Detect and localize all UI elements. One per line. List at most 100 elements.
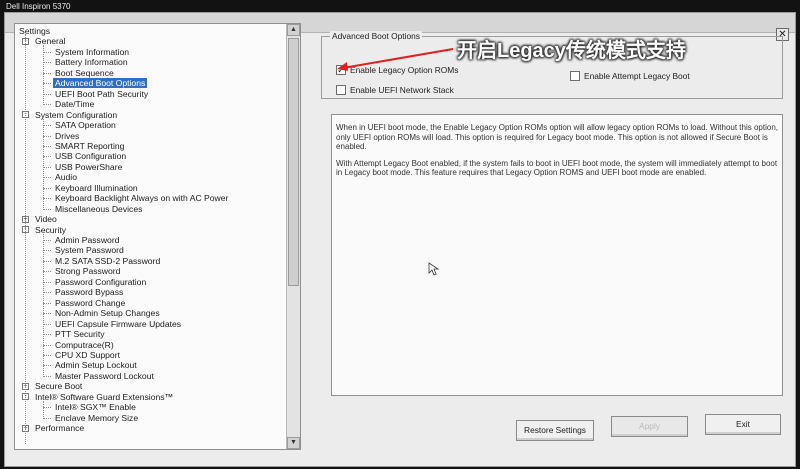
tree-item[interactable]: Password Change xyxy=(53,298,127,308)
tree-item-label: Settings xyxy=(19,26,51,36)
tree-item-label: Admin Setup Lockout xyxy=(55,360,137,371)
tree-item[interactable]: General xyxy=(33,36,68,46)
tree-connector xyxy=(43,344,51,346)
tree-item[interactable]: Drives xyxy=(53,131,81,141)
tree-scrollbar[interactable]: ▲ ▼ xyxy=(286,24,300,449)
tree-item-label: Keyboard Illumination xyxy=(55,182,138,193)
tree-item-label: Admin Password xyxy=(55,235,120,245)
tree-connector xyxy=(43,250,51,252)
attempt-legacy-checkbox[interactable] xyxy=(570,71,580,81)
tree-item[interactable]: Master Password Lockout xyxy=(53,371,156,381)
apply-button[interactable]: Apply xyxy=(611,416,688,437)
tree-item-label: Video xyxy=(35,214,57,225)
window-title: Dell Inspiron 5370 xyxy=(6,2,71,11)
tree-item[interactable]: Performance xyxy=(33,423,86,433)
tree-item[interactable]: Computrace(R) xyxy=(53,340,116,350)
tree-item[interactable]: SATA Operation xyxy=(53,120,118,130)
tree-connector xyxy=(43,292,51,294)
tree-item[interactable]: Secure Boot xyxy=(33,381,84,391)
tree-item[interactable]: System Password xyxy=(53,245,126,255)
tree-connector xyxy=(43,323,51,325)
tree-item[interactable]: Enclave Memory Size xyxy=(53,413,140,423)
tree-item-label: Performance xyxy=(35,423,85,434)
tree-connector xyxy=(43,417,51,419)
tree-item-label: Password Bypass xyxy=(55,287,124,298)
tree-item[interactable]: Settings xyxy=(17,26,52,36)
tree-item-label: CPU XD Support xyxy=(55,349,120,360)
tree-item[interactable]: USB PowerShare xyxy=(53,162,124,172)
tree-item[interactable]: CPU XD Support xyxy=(53,350,122,360)
tree-item[interactable]: PTT Security xyxy=(53,329,107,339)
tree-item-label: Strong Password xyxy=(55,266,121,277)
exit-button[interactable]: Exit xyxy=(705,414,781,435)
tree-item-label: SMART Reporting xyxy=(55,140,125,151)
tree-item-label: USB Configuration xyxy=(55,151,127,162)
attempt-legacy-option[interactable]: Enable Attempt Legacy Boot xyxy=(570,71,690,81)
tree-item[interactable]: Date/Time xyxy=(53,99,96,109)
tree-item-label: Master Password Lockout xyxy=(55,370,154,381)
tree-item[interactable]: Intel® SGX™ Enable xyxy=(53,402,138,412)
tree-item[interactable]: Password Bypass xyxy=(53,287,125,297)
tree-item[interactable]: Advanced Boot Options xyxy=(53,78,148,89)
tree-connector xyxy=(43,156,51,158)
tree-connector xyxy=(43,72,51,74)
tree-item-label: Intel® Software Guard Extensions™ xyxy=(35,391,174,402)
tree-connector xyxy=(43,302,51,304)
tree-item[interactable]: Miscellaneous Devices xyxy=(53,204,144,214)
tree-item[interactable]: Battery Information xyxy=(53,57,130,67)
tree-item[interactable]: USB Configuration xyxy=(53,151,128,161)
tree-item[interactable]: Intel® Software Guard Extensions™ xyxy=(33,392,175,402)
description-para-2: With Attempt Legacy Boot enabled, if the… xyxy=(336,158,778,178)
tree-item-label: PTT Security xyxy=(55,329,105,340)
scroll-up-icon[interactable]: ▲ xyxy=(287,24,300,36)
tree-item[interactable]: Boot Sequence xyxy=(53,68,116,78)
tree-item[interactable]: UEFI Boot Path Security xyxy=(53,89,150,99)
tree-connector xyxy=(43,233,44,377)
annotation-arrow-icon xyxy=(337,48,454,71)
tree-connector xyxy=(43,118,44,210)
tree-item-label: Advanced Boot Options xyxy=(53,78,148,89)
tree-item-label: General xyxy=(35,36,66,47)
tree-connector xyxy=(43,271,51,273)
uefi-network-option[interactable]: Enable UEFI Network Stack xyxy=(336,85,454,95)
settings-tree: Settings General - System Information Batter… xyxy=(14,23,301,450)
tree-item[interactable]: System Information xyxy=(53,47,131,57)
annotation-text: 开启Legacy传统模式支持 xyxy=(457,40,686,62)
tree-connector xyxy=(43,51,51,53)
tree-item[interactable]: Password Configuration xyxy=(53,277,148,287)
tree-item[interactable]: Strong Password xyxy=(53,266,122,276)
scroll-down-icon[interactable]: ▼ xyxy=(287,437,300,449)
tree-item[interactable]: Audio xyxy=(53,172,79,182)
tree-item-label: Non-Admin Setup Changes xyxy=(55,308,160,319)
tree-connector xyxy=(43,62,51,64)
tree-item[interactable]: Non-Admin Setup Changes xyxy=(53,308,162,318)
tree-connector xyxy=(43,400,44,419)
tree-item[interactable]: System Configuration xyxy=(33,110,119,120)
tree-item-label: SATA Operation xyxy=(55,120,116,131)
tree-connector xyxy=(43,166,51,168)
tree-item-label: UEFI Boot Path Security xyxy=(55,88,149,99)
tree-item[interactable]: Admin Setup Lockout xyxy=(53,360,139,370)
tree-item-label: System Configuration xyxy=(35,109,118,120)
tree-connector xyxy=(43,145,51,147)
tree-item[interactable]: Keyboard Illumination xyxy=(53,183,140,193)
tree-item[interactable]: Admin Password xyxy=(53,235,121,245)
tree-item[interactable]: UEFI Capsule Firmware Updates xyxy=(53,319,183,329)
scroll-thumb[interactable] xyxy=(288,38,299,286)
tree-item[interactable]: M.2 SATA SSD-2 Password xyxy=(53,256,162,266)
tree-item[interactable]: Keyboard Backlight Always on with AC Pow… xyxy=(53,193,230,203)
tree-connector xyxy=(43,104,51,106)
tree-connector xyxy=(43,93,51,95)
tree-connector xyxy=(43,208,51,210)
tree-connector xyxy=(43,187,51,189)
tree-item[interactable]: Video xyxy=(33,214,59,224)
restore-settings-button[interactable]: Restore Settings xyxy=(516,420,594,441)
mouse-cursor-icon xyxy=(428,262,440,276)
tree-connector xyxy=(43,334,51,336)
tree-connector xyxy=(43,198,51,200)
tree-item-label: Keyboard Backlight Always on with AC Pow… xyxy=(55,193,229,204)
tree-connector xyxy=(43,135,51,137)
tree-item[interactable]: SMART Reporting xyxy=(53,141,126,151)
tree-item[interactable]: Security xyxy=(33,225,68,235)
uefi-network-checkbox[interactable] xyxy=(336,85,346,95)
